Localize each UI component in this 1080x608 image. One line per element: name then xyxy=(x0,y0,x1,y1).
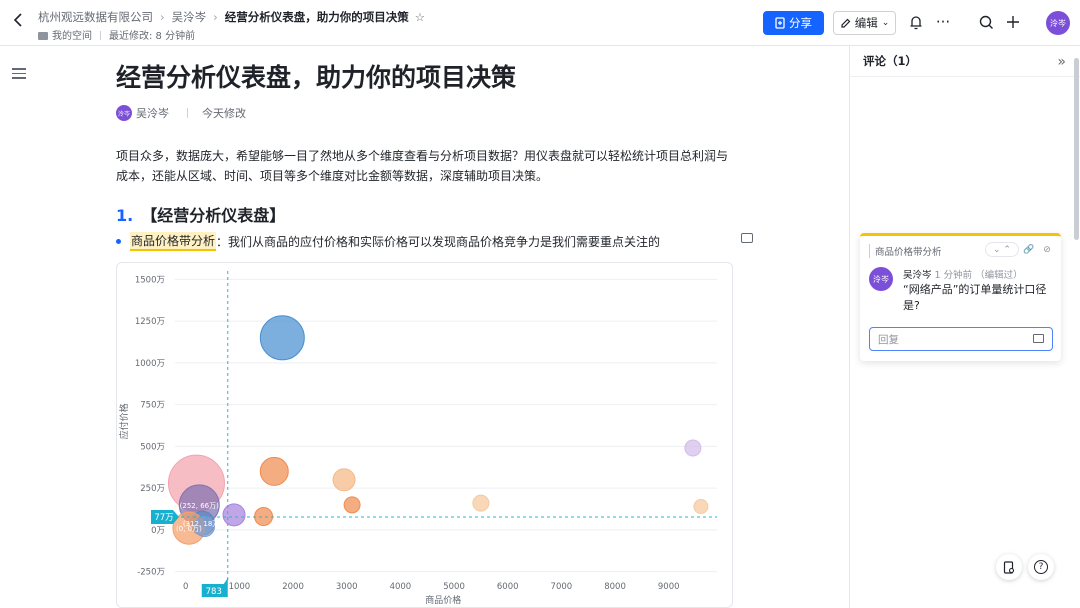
chevron-right-icon: › xyxy=(213,10,218,24)
commenter-avatar: 泠岑 xyxy=(869,267,893,291)
data-point xyxy=(684,439,702,457)
comment-time: 1 分钟前 （编辑过） xyxy=(934,270,1023,281)
breadcrumb-org[interactable]: 杭州观远数据有限公司 xyxy=(38,10,153,24)
collapse-panel-icon[interactable]: » xyxy=(1057,54,1066,70)
help-icon: ? xyxy=(1034,560,1048,574)
comment-text: “网络产品”的订单量统计口径是? xyxy=(903,283,1047,312)
y-axis-label: 应付价格 xyxy=(118,403,130,439)
heading-number: 1. xyxy=(116,206,134,225)
crosshair-x-label: 783 xyxy=(206,587,222,597)
x-tick-label: 8000 xyxy=(604,582,626,592)
y-tick-label: 1500万 xyxy=(135,275,165,285)
intro-paragraph: 项目众多，数据庞大，希望能够一目了然地从多个维度查看与分析项目数据？用仪表盘就可… xyxy=(116,149,729,183)
author-avatar: 泠岑 xyxy=(116,105,132,121)
data-point xyxy=(259,315,305,361)
comment-quote: 商品价格带分析 xyxy=(869,244,942,258)
chevron-right-icon: › xyxy=(160,10,165,24)
comment-tools: ⌄ ⌃ 🔗 ⊘ xyxy=(985,242,1055,257)
x-tick-label: 7000 xyxy=(551,582,573,592)
y-tick-label: -250万 xyxy=(137,568,165,578)
edit-button[interactable]: 编辑 ⌄ xyxy=(833,11,896,35)
scatter-chart[interactable]: 1500万 1250万 1000万 750万 500万 250万 0万 -250万 0 1000 2… xyxy=(116,262,733,608)
outline-menu-icon[interactable] xyxy=(12,68,26,82)
doc-author-line: 泠岑 吴泠岑 今天修改 xyxy=(116,105,246,121)
share-label: 分享 xyxy=(789,16,812,30)
section-heading: 1. 【经营分析仪表盘】 xyxy=(116,202,285,226)
plus-icon[interactable] xyxy=(1003,12,1023,32)
x-axis-label: 商品价格 xyxy=(425,594,461,606)
link-icon[interactable]: 🔗 xyxy=(1021,242,1037,257)
author-name[interactable]: 吴泠岑 xyxy=(136,105,169,121)
y-tick-label: 1000万 xyxy=(135,359,165,369)
bullet-item: 商品价格带分析 ：我们从商品的应付价格和实际价格可以发现商品价格竞争力是我们需要… xyxy=(116,232,660,251)
bell-icon[interactable] xyxy=(906,12,926,32)
search-icon[interactable] xyxy=(976,12,996,32)
user-avatar[interactable]: 泠岑 xyxy=(1046,11,1070,35)
crosshair-y-label: 77万 xyxy=(154,513,173,523)
commenter-name[interactable]: 吴泠岑 xyxy=(903,270,932,281)
page-title: 经营分析仪表盘，助力你的项目决策 xyxy=(116,63,517,92)
data-point xyxy=(693,499,709,515)
help-button[interactable]: ? xyxy=(1028,554,1054,580)
folder-icon xyxy=(38,32,48,40)
comment-card[interactable]: 商品价格带分析 ⌄ ⌃ 🔗 ⊘ 泠岑 吴泠岑 1 分钟前 （编辑过） “网络产品”… xyxy=(860,233,1061,361)
share-button[interactable]: 分享 xyxy=(763,11,824,35)
star-icon[interactable]: ☆ xyxy=(415,10,425,24)
data-point xyxy=(222,503,246,527)
y-tick-label: 500万 xyxy=(140,442,165,452)
reply-input[interactable]: 回复 xyxy=(869,327,1053,351)
reply-placeholder: 回复 xyxy=(878,333,899,346)
data-point xyxy=(472,494,490,512)
scrollbar[interactable] xyxy=(1074,58,1079,240)
x-tick-label: 1000 xyxy=(229,582,251,592)
y-tick-label: 750万 xyxy=(140,401,165,411)
x-tick-label: 9000 xyxy=(658,582,680,592)
resolve-icon[interactable]: ⊘ xyxy=(1039,242,1055,257)
share-doc-icon xyxy=(775,17,785,29)
back-arrow-icon[interactable] xyxy=(12,12,30,34)
data-label: (0, 0万) xyxy=(176,525,202,533)
breadcrumb: 杭州观远数据有限公司 › 吴泠岑 › 经营分析仪表盘，助力你的项目决策 ☆ xyxy=(38,9,425,25)
data-label: (252, 66万) xyxy=(180,502,219,510)
chevron-down-icon: ⌄ xyxy=(881,18,890,28)
data-point xyxy=(259,456,289,486)
divider xyxy=(187,108,188,118)
commenter-line: 吴泠岑 1 分钟前 （编辑过） xyxy=(903,267,1023,281)
data-point xyxy=(254,507,274,527)
image-icon[interactable] xyxy=(1033,334,1044,343)
y-tick-label: 250万 xyxy=(140,484,165,494)
more-icon[interactable]: ··· xyxy=(933,12,953,32)
breadcrumb-person[interactable]: 吴泠岑 xyxy=(172,10,207,24)
divider xyxy=(100,31,101,40)
x-tick-label: 2000 xyxy=(282,582,304,592)
space-link[interactable]: 我的空间 xyxy=(52,31,92,42)
y-tick-label: 0万 xyxy=(151,526,165,536)
chart-svg: 1500万 1250万 1000万 750万 500万 250万 0万 -250万 0 1000 2… xyxy=(118,271,717,606)
x-tick-label: 3000 xyxy=(336,582,358,592)
bullet-text: ：我们从商品的应付价格和实际价格可以发现商品价格竞争力是我们需要重点关注的 xyxy=(216,235,661,249)
pencil-icon xyxy=(841,18,851,28)
breadcrumb-doc: 经营分析仪表盘，助力你的项目决策 xyxy=(224,10,409,24)
doc-info-button[interactable] xyxy=(996,554,1022,580)
data-point xyxy=(332,468,356,492)
modified-time: 今天修改 xyxy=(202,107,246,120)
highlighted-comment-text[interactable]: 商品价格带分析 xyxy=(130,232,217,251)
x-tick-label: 6000 xyxy=(497,582,519,592)
x-tick-label: 5000 xyxy=(443,582,465,592)
comment-header: 评论（1） xyxy=(850,46,1080,77)
data-point xyxy=(343,496,361,514)
last-modified: 最近修改: 8 分钟前 xyxy=(109,31,196,42)
x-tick-label: 0 xyxy=(183,582,188,592)
heading-text: 【经营分析仪表盘】 xyxy=(141,206,286,225)
top-bar: 杭州观远数据有限公司 › 吴泠岑 › 经营分析仪表盘，助力你的项目决策 ☆ 我的空间 最近修… xyxy=(0,0,1080,46)
doc-meta: 我的空间 最近修改: 8 分钟前 xyxy=(38,27,195,42)
comment-icon[interactable] xyxy=(741,233,753,243)
comment-nav[interactable]: ⌄ ⌃ xyxy=(985,242,1019,257)
bullet-dot xyxy=(116,239,121,244)
document-icon xyxy=(1003,560,1015,574)
y-tick-label: 1250万 xyxy=(135,317,165,327)
edit-label: 编辑 xyxy=(854,16,878,30)
x-tick-label: 4000 xyxy=(390,582,412,592)
